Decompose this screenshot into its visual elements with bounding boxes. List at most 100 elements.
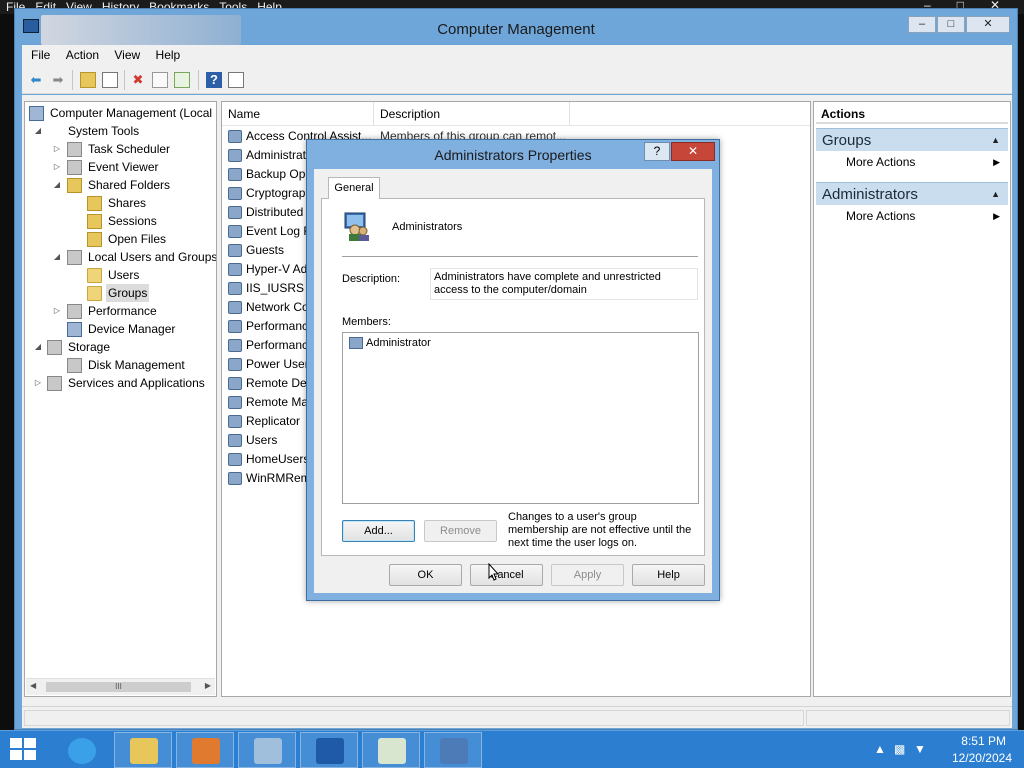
column-name[interactable]: Name [222,102,374,126]
tree-node[interactable]: ◢ Shared Folders [25,176,215,194]
tree-node[interactable]: ◢ System Tools [25,122,215,140]
cancel-button[interactable]: Cancel [470,564,543,586]
menu-help[interactable]: Help [147,45,181,62]
tree-node[interactable]: Groups [25,284,215,302]
tree-node-label: System Tools [68,124,140,138]
remove-button[interactable]: Remove [424,520,497,542]
tree-node-label: Computer Management (Local [50,106,213,120]
forward-icon[interactable]: ➡ [50,72,66,88]
collapse-icon[interactable]: ◢ [33,122,43,140]
taskbar-server-manager-icon[interactable] [238,732,296,768]
actions-group-administrators[interactable]: Administrators ▲ [816,182,1008,205]
taskbar-window-app-icon[interactable] [362,732,420,768]
dialog-help-button[interactable]: ? [644,142,670,161]
taskbar-explorer-icon[interactable] [114,732,172,768]
tree-node[interactable]: Computer Management (Local [25,104,215,122]
export-list-icon[interactable] [174,72,190,88]
menu-action[interactable]: Action [57,45,99,62]
minimize-button[interactable]: ‒ [908,16,936,33]
collapse-icon[interactable]: ◢ [33,338,43,356]
taskbar-blue-app-icon[interactable] [300,732,358,768]
submenu-arrow-icon: ▶ [993,211,1000,221]
comp-icon [67,322,82,337]
network-icon[interactable]: ▩ [894,742,905,756]
clock-time[interactable]: 8:51 PM [961,734,1006,748]
menubar: File Action View Help [22,45,1012,66]
toolbar-separator [198,70,199,90]
tree-node[interactable]: Device Manager [25,320,215,338]
taskbar-computer-management-icon[interactable] [424,732,482,768]
back-icon[interactable]: ⬅ [28,72,44,88]
tree-node[interactable]: Disk Management [25,356,215,374]
group-icon [228,149,242,162]
scroll-right-icon[interactable]: ▶ [205,681,211,690]
close-button[interactable]: ✕ [966,16,1010,33]
up-folder-icon[interactable] [80,72,96,88]
maximize-button[interactable]: □ [937,16,965,33]
volume-muted-icon[interactable]: ▼ [914,742,926,756]
group-icon [228,358,242,371]
expand-icon[interactable]: ▷ [52,140,62,158]
members-label: Members: [342,316,391,328]
expand-icon[interactable]: ▷ [52,158,62,176]
members-list[interactable]: Administrator [342,332,699,504]
membership-note: Changes to a user's group membership are… [508,511,692,549]
ok-button[interactable]: OK [389,564,462,586]
description-field[interactable]: Administrators have complete and unrestr… [430,268,698,300]
actions-group-groups[interactable]: Groups ▲ [816,128,1008,151]
menu-file[interactable]: File [22,45,50,62]
tree-node[interactable]: Open Files [25,230,215,248]
scroll-left-icon[interactable]: ◀ [30,681,36,690]
group-icon [228,434,242,447]
toolbar-separator [124,70,125,90]
group-icon [228,244,242,257]
member-item[interactable]: Administrator [349,336,431,350]
tree-node[interactable]: ▷ Performance [25,302,215,320]
collapse-icon[interactable]: ▲ [991,183,1000,206]
column-description[interactable]: Description [374,102,570,126]
tree-node[interactable]: Sessions [25,212,215,230]
taskbar-ie-icon[interactable] [52,732,110,768]
help-button[interactable]: Help [632,564,705,586]
tree-node[interactable]: ◢ Storage [25,338,215,356]
collapse-icon[interactable]: ▲ [991,129,1000,152]
properties-icon[interactable] [152,72,168,88]
apply-button[interactable]: Apply [551,564,624,586]
add-button[interactable]: Add... [342,520,415,542]
start-button[interactable] [10,738,38,762]
collapse-icon[interactable]: ◢ [52,176,62,194]
tree-node[interactable]: ▷ Event Viewer [25,158,215,176]
tree-node[interactable]: Shares [25,194,215,212]
tree-node[interactable]: ◢ Local Users and Groups [25,248,216,266]
action-pane-icon[interactable] [228,72,244,88]
expand-icon[interactable]: ▷ [52,302,62,320]
collapse-icon[interactable]: ◢ [52,248,62,266]
submenu-arrow-icon: ▶ [993,157,1000,167]
clock-date[interactable]: 12/20/2024 [952,751,1012,765]
taskbar-app-orange-icon[interactable] [176,732,234,768]
tree-node[interactable]: Users [25,266,215,284]
show-hidden-icons-icon[interactable]: ▲ [874,742,886,756]
console-tree: Computer Management (Local ◢ System Tools ▷… [24,101,217,697]
tree-node[interactable]: ▷ Task Scheduler [25,140,215,158]
scroll-thumb[interactable]: III [46,682,191,692]
expand-icon[interactable]: ▷ [33,374,43,392]
more-actions-groups[interactable]: More Actions ▶ [816,152,1008,172]
tree-node[interactable]: ▷ Services and Applications [25,374,215,392]
dialog-close-button[interactable]: ✕ [671,142,715,161]
tree-node-label: Open Files [108,232,167,246]
delete-icon[interactable]: ✖ [130,72,146,88]
group-icon [228,282,242,295]
share-icon [87,214,102,229]
comp-icon [29,106,44,121]
title-bar[interactable]: Computer Management ‒ □ ✕ [15,9,1017,47]
actions-header: Actions [816,104,1008,124]
tree-horizontal-scrollbar[interactable]: ◀ III ▶ [26,678,215,695]
more-actions-administrators[interactable]: More Actions ▶ [816,206,1008,226]
help-icon[interactable]: ? [206,72,222,88]
actions-pane: Actions Groups ▲ More Actions ▶ Administ… [813,101,1011,697]
show-hide-tree-icon[interactable] [102,72,118,88]
tab-general[interactable]: General [328,177,380,199]
menu-view[interactable]: View [105,45,140,62]
grey-icon [47,340,62,355]
